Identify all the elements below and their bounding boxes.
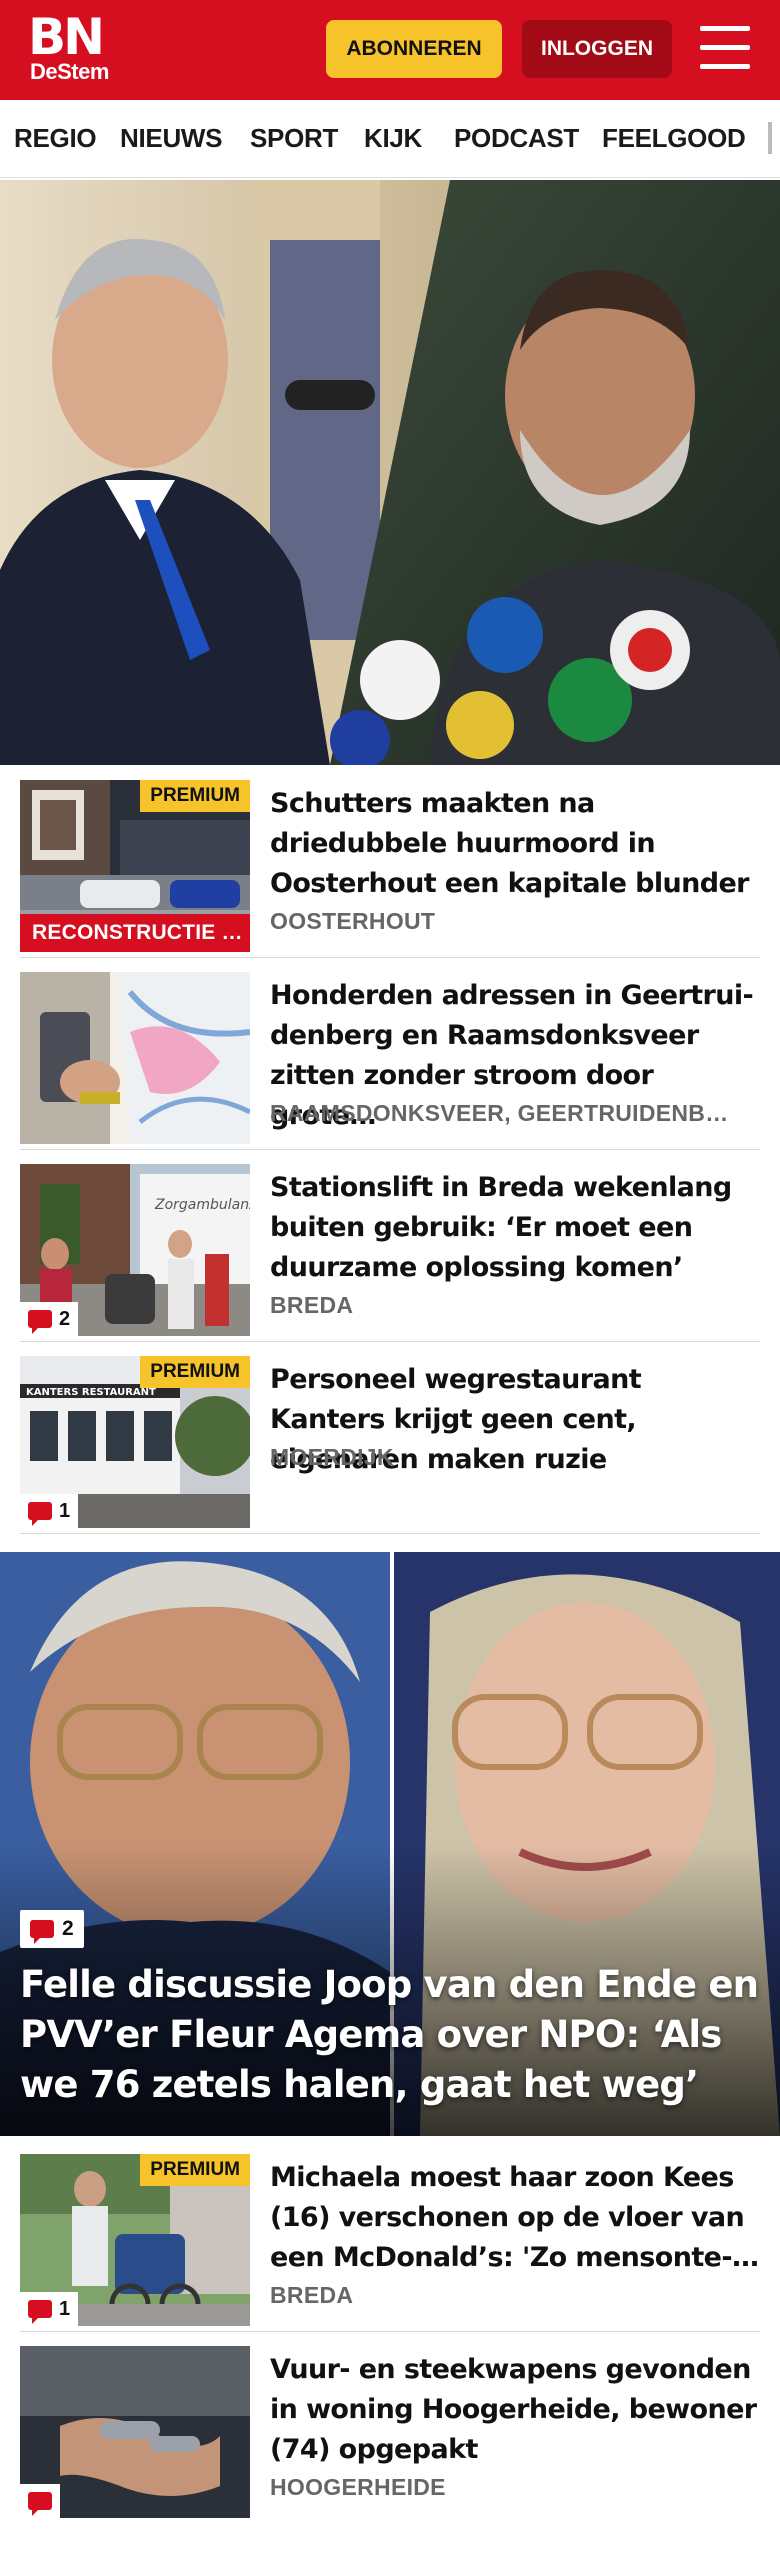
site-logo[interactable]: BN DeStem [28,8,109,84]
article-thumbnail [20,972,250,1144]
nav-item-podcast[interactable]: PODCAST [454,100,579,176]
section-nav: REGIO NIEUWS SPORT KIJK PODCAST FEELGOOD [0,100,780,178]
comment-count[interactable]: 1 [20,1494,79,1528]
subscribe-button[interactable]: ABONNEREN [326,20,502,78]
article-title[interactable]: Vuur- en steekwapens gevonden in woning … [270,2350,760,2470]
article-item[interactable]: Vuur- en steekwapens gevonden in woning … [20,2346,760,2524]
nav-overflow-indicator [768,122,772,154]
article-thumbnail [20,2346,250,2518]
comment-count-value: 1 [59,2297,71,2320]
article-item[interactable]: KANTERS RESTAURANT PREMIUM 1 Personeel w… [20,1356,760,1534]
feature-title[interactable]: Felle discussie Joop van den Ende en PVV… [20,1960,770,2110]
feature-article[interactable]: 2 Felle discussie Joop van den Ende en P… [0,1552,780,2136]
article-title[interactable]: Stationslift in Breda wekenlang buiten g… [270,1168,760,1288]
svg-text:KANTERS RESTAURANT: KANTERS RESTAURANT [26,1387,156,1398]
comment-count[interactable] [20,2484,60,2518]
hamburger-menu-icon[interactable] [700,26,750,70]
article-thumbnail: PREMIUM 1 [20,2154,250,2326]
nav-item-sport[interactable]: SPORT [250,100,338,176]
comment-bubble-icon [28,2300,52,2324]
article-item[interactable]: Zorgambulanz 2 Stationslift in Breda wek… [20,1164,760,1342]
article-location: MOERDIJK [270,1444,394,1470]
article-thumbnail: PREMIUM RECONSTRUCTIE … [20,780,250,952]
comment-count[interactable]: 2 [20,1910,84,1948]
site-header: BN DeStem ABONNEREN INLOGGEN [0,0,780,100]
reconstructie-label: RECONSTRUCTIE … [20,914,250,952]
premium-badge: PREMIUM [140,780,250,812]
comment-bubble-icon [28,2492,52,2516]
hero-image[interactable] [0,180,780,765]
comment-count[interactable]: 2 [20,1302,79,1336]
nav-item-feelgood[interactable]: FEELGOOD [602,100,746,176]
login-button[interactable]: INLOGGEN [522,20,672,78]
comment-count[interactable]: 1 [20,2292,79,2326]
article-title[interactable]: Schutters maakten na driedubbele huurmoo… [270,784,760,904]
nav-item-regio[interactable]: REGIO [14,100,97,176]
article-location: OOSTERHOUT [270,908,436,934]
article-location: BREDA [270,1292,354,1318]
article-location: BREDA [270,2282,354,2308]
nav-item-kijk[interactable]: KIJK [364,100,422,176]
article-item[interactable]: PREMIUM RECONSTRUCTIE … Schutters maakte… [20,780,760,958]
comment-bubble-icon [28,1502,52,1526]
comment-count-value: 2 [62,1917,74,1940]
article-location: HOOGERHEIDE [270,2474,446,2500]
comment-count-value: 1 [59,1499,71,1522]
nav-item-nieuws[interactable]: NIEUWS [120,100,223,176]
article-thumbnail: Zorgambulanz 2 [20,1164,250,1336]
article-title[interactable]: Michaela moest haar zoon Kees (16) versc… [270,2158,760,2278]
logo-main-text: BN [28,8,105,66]
premium-badge: PREMIUM [140,1356,250,1388]
comment-bubble-icon [30,1920,54,1944]
comment-count-value: 2 [59,1307,71,1330]
svg-text:Zorgambulanz: Zorgambulanz [154,1197,250,1213]
comment-bubble-icon [28,1310,52,1334]
hero-photo [0,180,780,765]
article-thumbnail: KANTERS RESTAURANT PREMIUM 1 [20,1356,250,1528]
logo-sub-text: DeStem [30,59,109,84]
article-item[interactable]: Honderden adressen in Geertrui­denberg e… [20,972,760,1150]
premium-badge: PREMIUM [140,2154,250,2186]
article-location: RAAMSDONKSVEER, GEERTRUIDENB… [270,1100,729,1126]
article-item[interactable]: PREMIUM 1 Michaela moest haar zoon Kees … [20,2154,760,2332]
